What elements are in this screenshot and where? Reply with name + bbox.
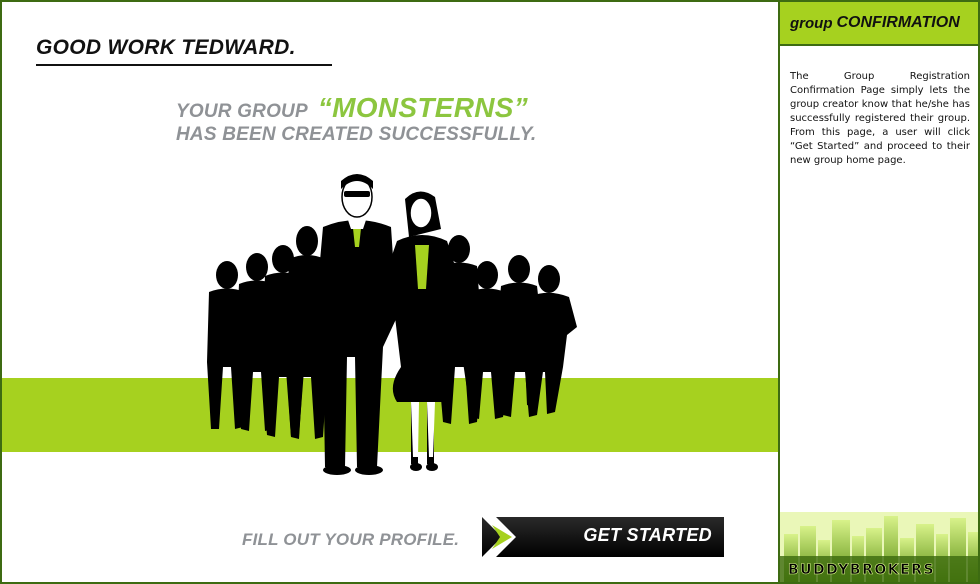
group-silhouette-illustration — [207, 174, 577, 475]
message-line-2: HAS BEEN CREATED SUCCESSFULLY. — [176, 124, 537, 145]
group-name: “MONSTERNS” — [317, 92, 529, 123]
profile-prompt: FILL OUT YOUR PROFILE. — [242, 530, 460, 549]
chevron-right-icon — [482, 517, 516, 557]
sidebar-title-lower: group — [790, 14, 833, 32]
page-title: GOOD WORK TEDWARD. — [36, 36, 296, 59]
brand-logo: BUDDYBROKERS — [788, 562, 936, 579]
message-prefix: YOUR GROUP — [176, 101, 308, 122]
sidebar-title: group CONFIRMATION — [780, 2, 978, 46]
silhouette-man — [315, 174, 397, 475]
main-panel: GOOD WORK TEDWARD. YOUR GROUP “MONSTERNS… — [2, 2, 778, 582]
get-started-label: GET STARTED — [583, 525, 712, 545]
sidebar-description: The Group Registration Confirmation Page… — [790, 71, 970, 166]
confirmation-message: YOUR GROUP “MONSTERNS” HAS BEEN CREATED … — [176, 92, 536, 146]
get-started-button[interactable]: GET STARTED — [482, 517, 724, 557]
title-underline — [36, 64, 332, 66]
annotation-sidebar: group CONFIRMATION The Group Registratio… — [778, 2, 978, 582]
sidebar-title-upper: CONFIRMATION — [836, 14, 960, 31]
